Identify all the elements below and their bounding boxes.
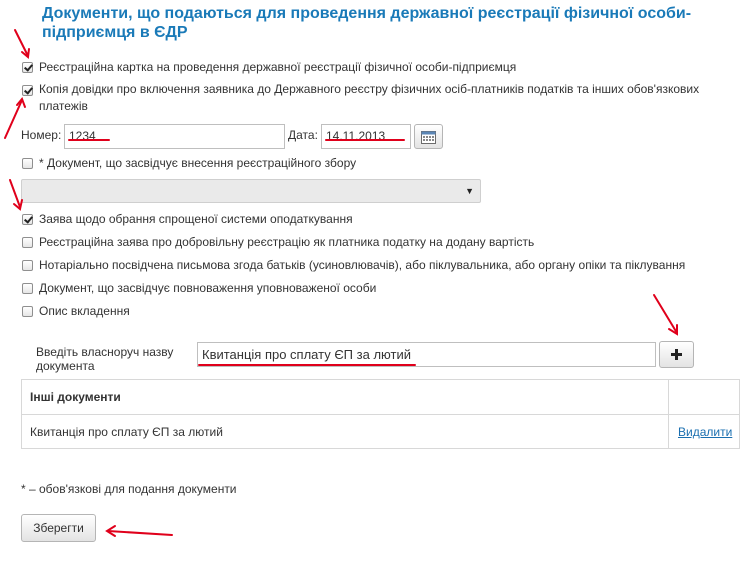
annotation-arrow [4,29,678,537]
